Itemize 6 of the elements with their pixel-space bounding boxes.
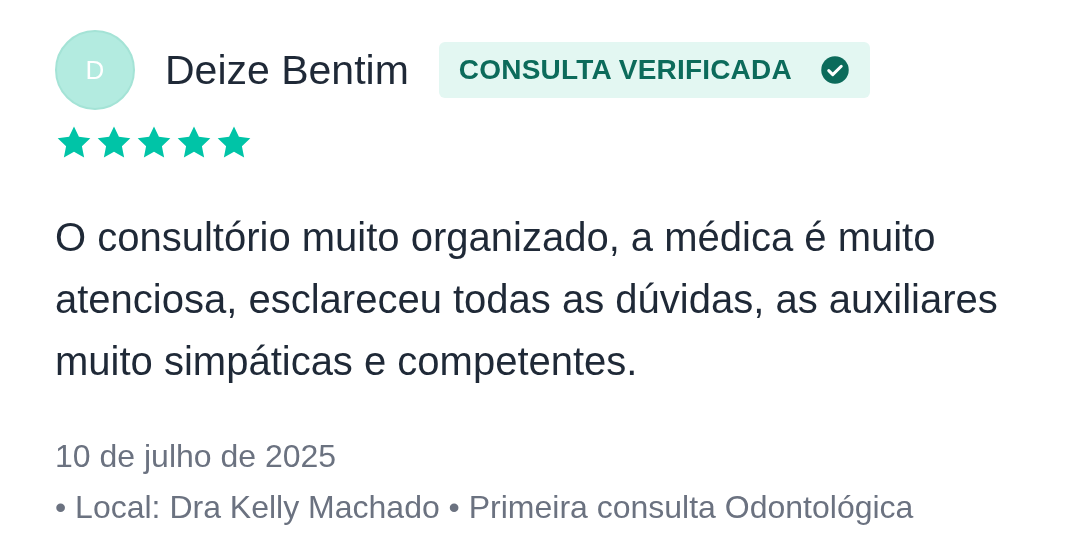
- review-details: • Local: Dra Kelly Machado • Primeira consulta Odontológica: [55, 489, 915, 526]
- verified-badge: CONSULTA VERIFICADA: [438, 42, 870, 98]
- avatar: D: [55, 30, 135, 110]
- review-date: 10 de julho de 2025: [55, 438, 338, 475]
- author-name: Deize Bentim: [165, 46, 409, 94]
- review-text: O consultório muito organizado, a médica é muito atenciosa, esclareceu todas as dúvidas, as auxiliares muito simpáticas e competentes.: [55, 214, 999, 385]
